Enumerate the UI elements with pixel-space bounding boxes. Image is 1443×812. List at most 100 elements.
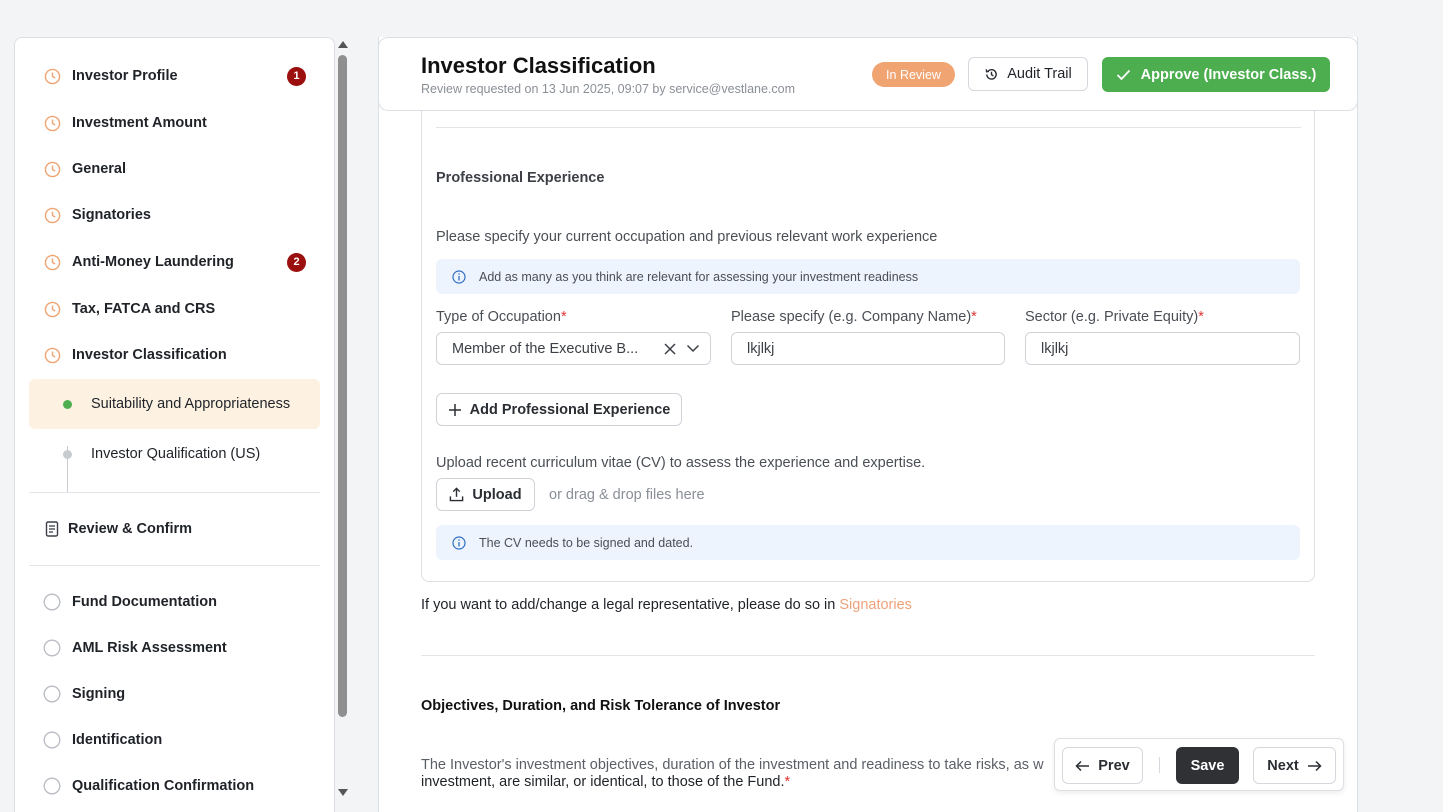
sidebar-item-label: AML Risk Assessment xyxy=(72,640,227,656)
audit-trail-label: Audit Trail xyxy=(1007,66,1072,82)
sidebar-item-label: General xyxy=(72,161,126,177)
empty-circle-icon xyxy=(43,777,61,795)
upload-button[interactable]: Upload xyxy=(436,478,535,511)
sector-value: lkjlkj xyxy=(1041,340,1069,357)
sidebar-item-fund-documentation[interactable]: Fund Documentation xyxy=(43,587,306,617)
sector-input[interactable]: lkjlkj xyxy=(1025,332,1300,365)
sidebar-scrollbar[interactable] xyxy=(336,37,350,800)
nav-separator xyxy=(1159,757,1160,773)
scrollbar-thumb[interactable] xyxy=(338,55,347,717)
error-count-badge: 1 xyxy=(287,66,306,86)
sidebar-item-investor-profile[interactable]: Investor Profile 1 xyxy=(43,61,306,91)
sidebar-item-label: Qualification Confirmation xyxy=(72,778,255,794)
required-mark: * xyxy=(784,774,791,790)
save-button[interactable]: Save xyxy=(1176,747,1239,784)
clear-icon[interactable] xyxy=(663,342,677,356)
sidebar-item-qualification-confirmation[interactable]: Qualification Confirmation xyxy=(43,771,306,801)
signatories-link[interactable]: Signatories xyxy=(839,597,912,613)
empty-circle-icon xyxy=(43,639,61,657)
inactive-dot-icon xyxy=(63,449,72,459)
chevron-down-icon[interactable] xyxy=(686,344,700,353)
sidebar-item-anti-money-laundering[interactable]: Anti-Money Laundering 2 xyxy=(43,247,306,277)
info-text: Add as many as you think are relevant fo… xyxy=(479,269,919,284)
occupation-prompt: Please specify your current occupation a… xyxy=(436,229,938,245)
substep-label: Suitability and Appropriateness xyxy=(91,396,291,412)
empty-circle-icon xyxy=(43,685,61,703)
info-icon xyxy=(452,535,466,550)
add-experience-label: Add Professional Experience xyxy=(469,401,671,418)
review-request-info: Review requested on 13 Jun 2025, 09:07 b… xyxy=(421,82,796,96)
cv-info-text: The CV needs to be signed and dated. xyxy=(479,535,694,550)
sidebar-item-label: Tax, FATCA and CRS xyxy=(72,301,216,317)
info-banner: Add as many as you think are relevant fo… xyxy=(436,259,1300,294)
page-title: Investor Classification xyxy=(421,53,656,78)
clock-icon xyxy=(43,253,61,271)
sidebar-item-signing[interactable]: Signing xyxy=(43,679,306,709)
sidebar-item-investor-classification[interactable]: Investor Classification xyxy=(43,340,306,370)
sector-label-text: Sector (e.g. Private Equity) xyxy=(1025,309,1199,325)
company-label-text: Please specify (e.g. Company Name) xyxy=(731,309,972,325)
required-mark: * xyxy=(1198,309,1204,325)
plus-icon xyxy=(448,403,461,416)
objectives-text: investment, are similar, or identical, t… xyxy=(421,774,785,790)
arrow-right-icon xyxy=(1307,760,1322,771)
sidebar-item-tax-fatca-and-crs[interactable]: Tax, FATCA and CRS xyxy=(43,294,306,324)
sidebar-divider xyxy=(29,492,320,493)
sidebar: Investor Profile 1 Investment Amount Genera… xyxy=(14,37,335,812)
upload-label: Upload xyxy=(472,486,522,503)
arrow-left-icon xyxy=(1075,760,1090,771)
sidebar-item-label: Investment Amount xyxy=(72,115,207,131)
occupation-select[interactable]: Member of the Executive B... xyxy=(436,332,711,365)
audit-trail-button[interactable]: Audit Trail xyxy=(968,57,1088,91)
cv-prompt: Upload recent curriculum vitae (CV) to a… xyxy=(436,455,926,471)
sidebar-item-aml-risk-assessment[interactable]: AML Risk Assessment xyxy=(43,633,306,663)
sidebar-item-label: Anti-Money Laundering xyxy=(72,254,234,270)
error-count-badge: 2 xyxy=(287,252,306,272)
clock-icon xyxy=(43,346,61,364)
sidebar-item-general[interactable]: General xyxy=(43,154,306,184)
required-mark: * xyxy=(971,309,977,325)
clock-icon xyxy=(43,114,61,132)
upload-icon xyxy=(450,487,464,502)
add-professional-experience-button[interactable]: Add Professional Experience xyxy=(436,393,682,426)
step-navigation: Prev Save Next xyxy=(1054,738,1344,791)
sidebar-item-investment-amount[interactable]: Investment Amount xyxy=(43,108,306,138)
company-label: Please specify (e.g. Company Name)* xyxy=(731,309,977,325)
substep-investor-qualification[interactable]: Investor Qualification (US) xyxy=(29,429,320,479)
next-label: Next xyxy=(1267,757,1299,774)
sidebar-item-label: Fund Documentation xyxy=(72,594,217,610)
clock-icon xyxy=(43,206,61,224)
sidebar-item-review-confirm[interactable]: Review & Confirm xyxy=(43,514,306,544)
occupation-label-text: Type of Occupation xyxy=(436,309,561,325)
checkmark-icon xyxy=(1116,69,1130,80)
scroll-up-icon[interactable] xyxy=(338,41,348,48)
professional-experience-title: Professional Experience xyxy=(436,170,605,186)
sidebar-item-label: Investor Profile xyxy=(72,68,178,84)
company-input[interactable]: lkjlkj xyxy=(731,332,1005,365)
status-badge: In Review xyxy=(872,62,955,87)
objectives-title: Objectives, Duration, and Risk Tolerance… xyxy=(421,698,781,714)
sidebar-item-label: Investor Classification xyxy=(72,347,227,363)
substep-label: Investor Qualification (US) xyxy=(91,446,261,462)
clock-icon xyxy=(43,67,61,85)
clock-icon xyxy=(43,160,61,178)
page-header: Investor Classification Review requested… xyxy=(378,37,1358,111)
sidebar-item-label: Signing xyxy=(72,686,126,702)
section-divider xyxy=(436,127,1301,128)
approve-label: Approve (Investor Class.) xyxy=(1140,66,1317,83)
next-button[interactable]: Next xyxy=(1253,747,1336,784)
required-mark: * xyxy=(560,309,567,325)
info-icon xyxy=(452,269,466,284)
sector-label: Sector (e.g. Private Equity)* xyxy=(1025,309,1204,325)
occupation-label: Type of Occupation* xyxy=(436,309,567,325)
drag-drop-hint: or drag & drop files here xyxy=(549,487,705,503)
occupation-value: Member of the Executive B... xyxy=(452,340,639,357)
legal-rep-text: If you want to add/change a legal repres… xyxy=(421,597,840,613)
substep-suitability[interactable]: Suitability and Appropriateness xyxy=(29,379,320,429)
document-icon xyxy=(43,520,61,538)
sidebar-item-identification[interactable]: Identification xyxy=(43,725,306,755)
prev-button[interactable]: Prev xyxy=(1062,747,1143,784)
scroll-down-icon[interactable] xyxy=(338,789,348,796)
approve-button[interactable]: Approve (Investor Class.) xyxy=(1102,57,1330,92)
sidebar-item-signatories[interactable]: Signatories xyxy=(43,200,306,230)
